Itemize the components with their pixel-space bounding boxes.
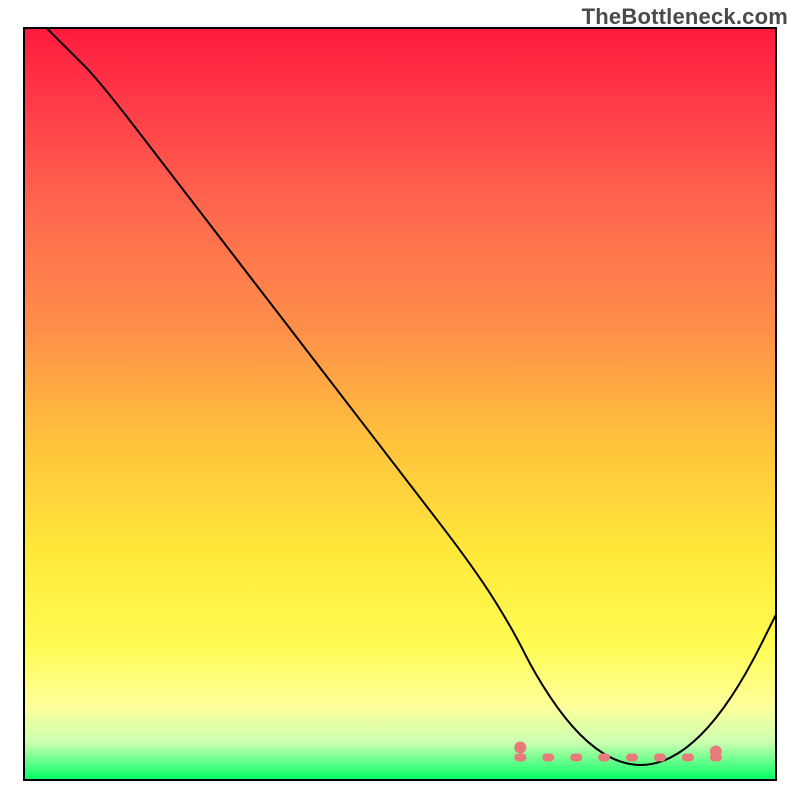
plot-area [24, 28, 776, 780]
marker-dash [654, 753, 666, 761]
bottleneck-chart [0, 0, 800, 800]
plot-background [24, 28, 776, 780]
watermark-text: TheBottleneck.com [582, 4, 788, 30]
marker-dash [598, 753, 610, 761]
marker-dash [710, 753, 722, 761]
marker-dash [570, 753, 582, 761]
marker-dot [514, 741, 526, 753]
marker-dash [682, 753, 694, 761]
marker-dash [514, 753, 526, 761]
marker-dash [542, 753, 554, 761]
marker-dash [626, 753, 638, 761]
